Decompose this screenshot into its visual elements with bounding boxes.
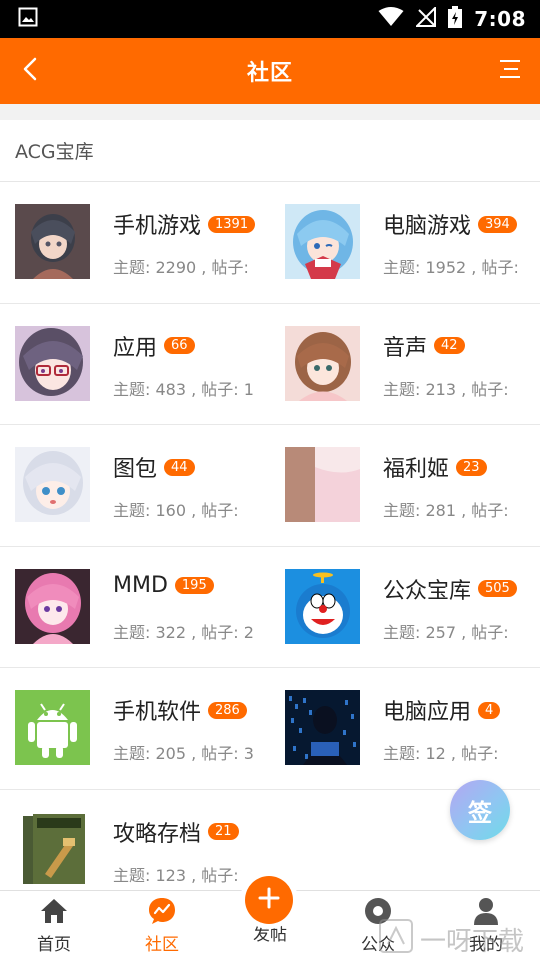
forum-thumbnail: [15, 447, 90, 522]
forum-thumbnail: [15, 690, 90, 765]
section-header: ACG宝库: [0, 120, 540, 182]
forum-row: MMD 195 主题: 322 , 帖子: 2 公众宝库 505 主题: 257…: [0, 547, 540, 668]
page-title: 社区: [246, 61, 293, 86]
forum-row: 应用 66 主题: 483 , 帖子: 1 音声 42 主题: 213 , 帖子…: [0, 304, 540, 425]
nav-bar: 社区: [0, 38, 540, 104]
plus-icon: [257, 886, 281, 915]
forum-row: 手机软件 286 主题: 205 , 帖子: 3 电脑应用 4 主题: 12 ,…: [0, 668, 540, 790]
new-count-badge: 21: [208, 823, 239, 840]
new-count-badge: 394: [478, 215, 517, 233]
forum-stats: 主题: 281 , 帖子:: [383, 501, 509, 520]
forum-thumbnail: [285, 690, 360, 765]
battery-icon: [448, 6, 463, 32]
forum-thumbnail: [285, 568, 360, 644]
forum-stats: 主题: 205 , 帖子: 3: [113, 744, 254, 763]
forum-item-pc-apps[interactable]: 电脑应用 4 主题: 12 , 帖子:: [270, 668, 540, 789]
tab-post[interactable]: 发帖: [216, 871, 324, 960]
forum-name: 福利姬: [383, 457, 450, 482]
new-count-badge: 66: [164, 337, 195, 354]
forum-thumbnail: [285, 204, 360, 279]
forum-name: 手机软件: [113, 700, 202, 725]
forum-thumbnail: [285, 325, 360, 401]
forum-item-public-treasury[interactable]: 公众宝库 505 主题: 257 , 帖子:: [270, 547, 540, 668]
tab-home[interactable]: 首页: [0, 891, 108, 960]
forum-name: 音声: [383, 335, 428, 361]
new-count-badge: 195: [174, 576, 214, 594]
forum-item-voice[interactable]: 音声 42 主题: 213 , 帖子:: [270, 304, 540, 425]
forum-item-mobile-software[interactable]: 手机软件 286 主题: 205 , 帖子: 3: [0, 668, 270, 789]
watermark: 一呀下载: [378, 918, 524, 960]
menu-button[interactable]: [496, 56, 524, 86]
forum-thumbnail: [15, 204, 90, 279]
status-time: 7:08: [474, 7, 526, 31]
new-count-badge: 44: [164, 458, 195, 476]
new-count-badge: 505: [478, 580, 517, 597]
new-count-badge: 23: [456, 458, 487, 476]
back-button[interactable]: [16, 56, 44, 86]
home-icon: [38, 896, 70, 926]
forum-name: 应用: [113, 335, 158, 361]
new-count-badge: 286: [208, 701, 247, 719]
wifi-icon: [378, 7, 404, 31]
tab-label: 社区: [145, 935, 179, 955]
forum-item-mobile-games[interactable]: 手机游戏 1391 主题: 2290 , 帖子:: [0, 182, 270, 303]
forum-item-pc-games[interactable]: 电脑游戏 394 主题: 1952 , 帖子:: [270, 182, 540, 303]
forum-stats: 主题: 12 , 帖子:: [383, 744, 499, 763]
forum-name: 电脑应用: [383, 700, 472, 725]
forum-row: 手机游戏 1391 主题: 2290 , 帖子: 电脑游戏 394 主题: 19…: [0, 182, 540, 304]
status-bar: 7:08: [0, 0, 540, 38]
menu-icon: [498, 59, 522, 83]
forum-stats: 主题: 160 , 帖子:: [113, 501, 239, 520]
sign-in-button[interactable]: 签: [450, 780, 510, 840]
new-count-badge: 4: [478, 701, 501, 719]
watermark-text: 一呀下载: [420, 927, 525, 957]
forum-stats: 主题: 257 , 帖子:: [383, 622, 509, 642]
forum-item-welfare[interactable]: 福利姬 23 主题: 281 , 帖子:: [270, 425, 540, 546]
forum-stats: 主题: 322 , 帖子: 2: [113, 622, 254, 642]
forum-name: 手机游戏: [113, 214, 202, 239]
tab-label: 首页: [37, 935, 71, 955]
tab-community[interactable]: 社区: [108, 891, 216, 960]
forum-thumbnail: [15, 568, 90, 644]
no-signal-icon: [414, 5, 437, 31]
forum-list: ACG宝库 手机游戏 1391 主题: 2290 , 帖子: 电脑游戏 394 …: [0, 120, 540, 890]
forum-stats: 主题: 483 , 帖子: 1: [113, 379, 254, 399]
forum-thumbnail: [285, 447, 360, 522]
forum-name: 图包: [113, 457, 158, 482]
forum-stats: 主题: 213 , 帖子:: [383, 379, 509, 399]
forum-name: 公众宝库: [383, 578, 472, 604]
post-button[interactable]: [240, 871, 298, 929]
forum-stats: 主题: 1952 , 帖子:: [383, 258, 519, 277]
sign-in-label: 签: [468, 798, 492, 827]
forum-item-apps[interactable]: 应用 66 主题: 483 , 帖子: 1: [0, 304, 270, 425]
forum-name: MMD: [113, 572, 168, 598]
community-icon: [146, 896, 178, 926]
app-root: 7:08 社区 ACG宝库 手机游戏 1391 主题: 2290 , 帖子: 电…: [0, 0, 540, 960]
forum-stats: 主题: 2290 , 帖子:: [113, 258, 249, 277]
section-title: ACG宝库: [15, 141, 94, 163]
chevron-left-icon: [23, 57, 37, 85]
image-notification-icon: [18, 7, 38, 31]
forum-thumbnail: [15, 325, 90, 401]
forum-thumbnail: [15, 811, 90, 887]
forum-name: 电脑游戏: [383, 214, 472, 239]
forum-item-guides[interactable]: 攻略存档 21 主题: 123 , 帖子:: [0, 790, 270, 891]
forum-stats: 主题: 123 , 帖子:: [113, 865, 239, 885]
new-count-badge: 1391: [208, 215, 256, 233]
watermark-logo-icon: [378, 918, 414, 960]
forum-name: 攻略存档: [113, 821, 202, 847]
forum-item-mmd[interactable]: MMD 195 主题: 322 , 帖子: 2: [0, 547, 270, 668]
new-count-badge: 42: [434, 337, 465, 354]
forum-item-image-packs[interactable]: 图包 44 主题: 160 , 帖子:: [0, 425, 270, 546]
forum-row: 图包 44 主题: 160 , 帖子: 福利姬 23 主题: 281 , 帖子:: [0, 425, 540, 547]
